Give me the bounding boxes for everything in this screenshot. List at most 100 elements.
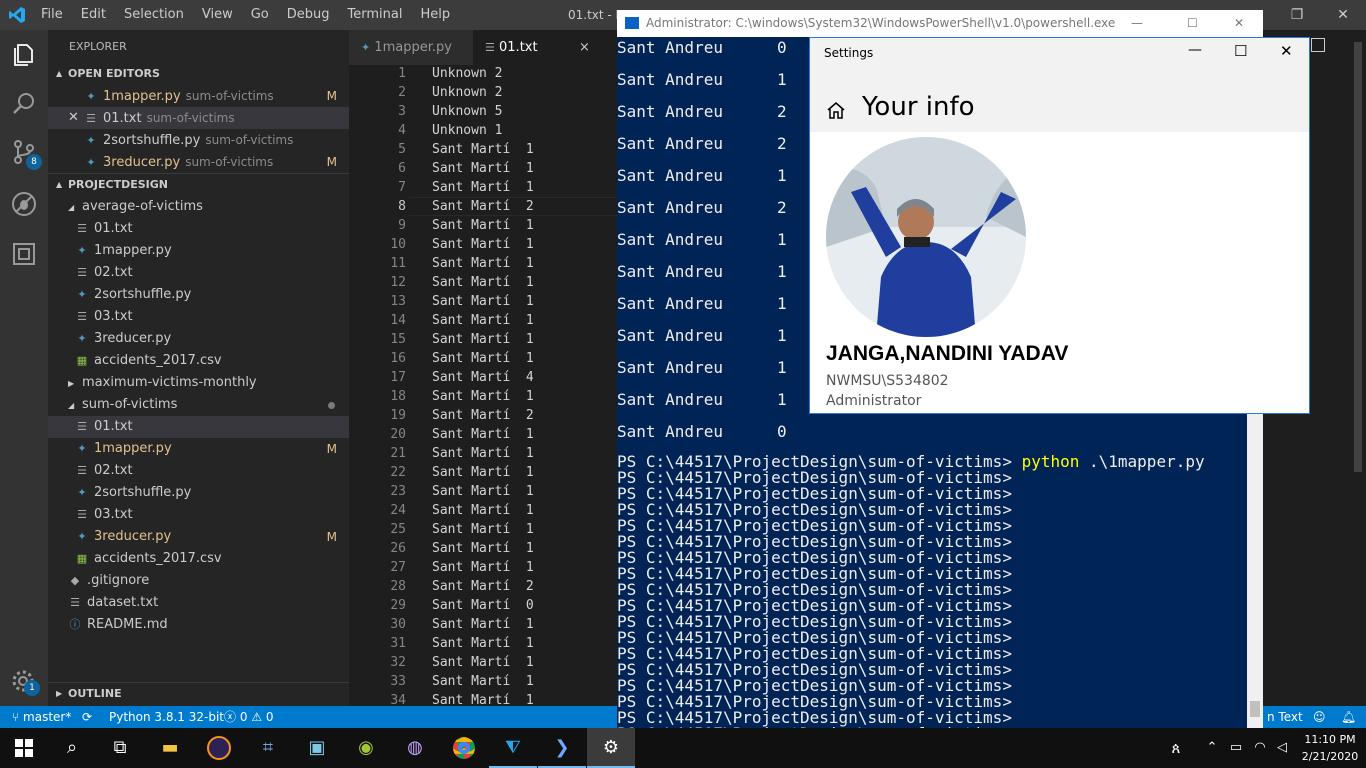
menu-help[interactable]: Help xyxy=(411,0,459,30)
menu-terminal[interactable]: Terminal xyxy=(339,0,412,30)
line-number: 13 xyxy=(390,294,406,309)
project-section[interactable]: ▲ PROJECTDESIGN xyxy=(48,173,349,195)
settings-close-icon[interactable]: ✕ xyxy=(1280,42,1293,60)
open-editor-item[interactable]: ✕ ☰ 01.txt sum-of-victims xyxy=(48,107,349,129)
text-editor[interactable]: 1 Unknown 2 2 Unknown 2 3 Unknown 5 4 Unknown 1… xyxy=(349,65,617,706)
tree-item[interactable]: ◆ .gitignore xyxy=(48,570,349,592)
people-icon[interactable]: ጰ xyxy=(1152,728,1200,768)
tree-item[interactable]: ☰ 01.txt xyxy=(48,416,349,438)
tree-item[interactable]: ✦ 3reducer.py M xyxy=(48,526,349,548)
tree-item-name: 01.txt xyxy=(94,419,133,434)
vscode-restore-icon[interactable]: ❐ xyxy=(1274,0,1320,30)
branch-status[interactable]: ⑂ master* xyxy=(12,706,71,728)
file-explorer-icon[interactable]: ▬ xyxy=(146,728,194,768)
tree-item[interactable]: ✦ 2sortshuffle.py xyxy=(48,482,349,504)
tab-1mapper[interactable]: ✦ 1mapper.py xyxy=(349,30,473,65)
sync-icon[interactable]: ⟳ xyxy=(82,706,92,728)
tree-item[interactable]: ☰ 02.txt xyxy=(48,262,349,284)
code-line: Sant Martí 1 xyxy=(432,256,534,271)
chrome-icon[interactable] xyxy=(440,728,488,768)
manage-gear-icon[interactable]: 1 xyxy=(10,668,40,696)
python-file-icon: ✦ xyxy=(77,486,87,499)
outline-section[interactable]: ▶ OUTLINE xyxy=(48,682,349,704)
tree-item[interactable]: ▶ maximum-victims-monthly xyxy=(48,372,349,394)
eclipse-icon[interactable] xyxy=(195,728,243,768)
taskbar-clock[interactable]: 11:10 PM 2/21/2020 xyxy=(1300,731,1360,765)
github-desktop-icon[interactable]: ◍ xyxy=(391,728,439,768)
open-editors-section[interactable]: ▲ OPEN EDITORS xyxy=(48,63,349,85)
tree-item[interactable]: ☰ 01.txt xyxy=(48,218,349,240)
tree-item[interactable]: ☰ 03.txt xyxy=(48,306,349,328)
powershell-taskbar-icon[interactable]: ❯ xyxy=(538,728,586,768)
search-icon[interactable] xyxy=(10,90,38,118)
show-hidden-icons-chevron-icon[interactable]: ⌃ xyxy=(1200,728,1224,768)
vscode-taskbar-icon[interactable]: ⧨ xyxy=(489,728,537,768)
csv-file-icon: ▦ xyxy=(76,552,88,565)
ps-scroll-thumb[interactable] xyxy=(1250,701,1260,717)
problems-status[interactable]: ⓧ 0 ⚠ 0 xyxy=(224,706,274,728)
debug-icon[interactable] xyxy=(10,190,38,218)
tree-item[interactable]: ✦ 2sortshuffle.py xyxy=(48,284,349,306)
tree-item[interactable]: ✦ 1mapper.py M xyxy=(48,438,349,460)
open-editor-item[interactable]: ✦ 2sortshuffle.py sum-of-victims xyxy=(48,129,349,151)
search-icon[interactable]: ⌕ xyxy=(48,728,96,768)
text-file-icon: ☰ xyxy=(70,596,80,609)
volume-icon[interactable]: ◁ xyxy=(1270,728,1294,768)
control-panel-icon[interactable]: ▣ xyxy=(293,728,341,768)
ps-output-count: 2 xyxy=(777,198,787,217)
ps-close-icon[interactable]: ✕ xyxy=(1234,10,1244,37)
tree-item-name: 02.txt xyxy=(94,265,133,280)
battery-icon[interactable]: ▭ xyxy=(1224,728,1248,768)
language-mode[interactable]: n Text xyxy=(1267,706,1303,728)
source-control-icon[interactable]: 8 xyxy=(10,138,42,170)
ps-output-row: Sant Andreu 1 xyxy=(617,392,787,408)
chevron-icon: ◢ xyxy=(68,203,75,212)
tree-item[interactable]: ✦ 3reducer.py xyxy=(48,328,349,350)
start-windows-icon[interactable] xyxy=(0,728,48,768)
code-line: Unknown 5 xyxy=(432,104,503,119)
tab-01-txt[interactable]: ☰ 01.txt × xyxy=(473,30,617,65)
tab-close-icon[interactable]: × xyxy=(579,30,590,65)
explorer-icon[interactable] xyxy=(10,40,38,68)
editor-scrollbar[interactable] xyxy=(1354,42,1362,472)
tree-item[interactable]: ▦ accidents_2017.csv xyxy=(48,350,349,372)
ps-maximize-icon[interactable]: ☐ xyxy=(1187,10,1198,37)
tree-item[interactable]: ☰ 03.txt xyxy=(48,504,349,526)
menu-debug[interactable]: Debug xyxy=(278,0,339,30)
tree-item[interactable]: ◢ average-of-victims xyxy=(48,196,349,218)
notifications-bell-icon[interactable]: 🔔︎ xyxy=(1341,706,1356,728)
tree-item[interactable]: ☰ 02.txt xyxy=(48,460,349,482)
settings-minimize-icon[interactable]: — xyxy=(1188,42,1202,58)
menu-edit[interactable]: Edit xyxy=(72,0,115,30)
wifi-icon[interactable]: ◠ xyxy=(1248,728,1272,768)
tree-item-name: dataset.txt xyxy=(87,595,159,610)
android-studio-icon[interactable]: ◉ xyxy=(342,728,390,768)
python-file-icon: ✦ xyxy=(86,134,96,147)
tree-item[interactable]: ▦ accidents_2017.csv xyxy=(48,548,349,570)
network-app-icon[interactable]: ⌗ xyxy=(244,728,292,768)
tree-item[interactable]: ✦ 1mapper.py xyxy=(48,240,349,262)
feedback-smiley-icon[interactable]: ☺ xyxy=(1313,706,1326,728)
home-icon[interactable] xyxy=(826,100,846,120)
menu-go[interactable]: Go xyxy=(242,0,278,30)
menu-selection[interactable]: Selection xyxy=(115,0,193,30)
tree-item[interactable]: ⓘ README.md xyxy=(48,614,349,636)
close-editor-icon[interactable]: ✕ xyxy=(68,107,79,129)
task-view-icon[interactable]: ⧉ xyxy=(96,728,144,768)
settings-taskbar-icon[interactable]: ⚙ xyxy=(587,728,635,768)
vscode-close-icon[interactable]: ✕ xyxy=(1320,0,1366,30)
tree-item[interactable]: ◢ sum-of-victims xyxy=(48,394,349,416)
modified-indicator: M xyxy=(326,155,337,169)
extensions-icon[interactable] xyxy=(10,240,38,268)
open-editor-item[interactable]: ✦ 1mapper.py sum-of-victims M xyxy=(48,85,349,107)
account-role: Administrator xyxy=(826,393,922,409)
ps-output-count: 1 xyxy=(777,358,787,377)
menu-view[interactable]: View xyxy=(193,0,242,30)
menu-file[interactable]: File xyxy=(32,0,72,30)
python-interpreter[interactable]: Python 3.8.1 32-bit xyxy=(109,706,224,728)
ps-minimize-icon[interactable]: — xyxy=(1131,10,1143,37)
split-editor-icon[interactable] xyxy=(1311,38,1325,52)
tree-item[interactable]: ☰ dataset.txt xyxy=(48,592,349,614)
open-editor-item[interactable]: ✦ 3reducer.py sum-of-victims M xyxy=(48,151,349,173)
settings-maximize-icon[interactable]: ☐ xyxy=(1234,42,1247,60)
